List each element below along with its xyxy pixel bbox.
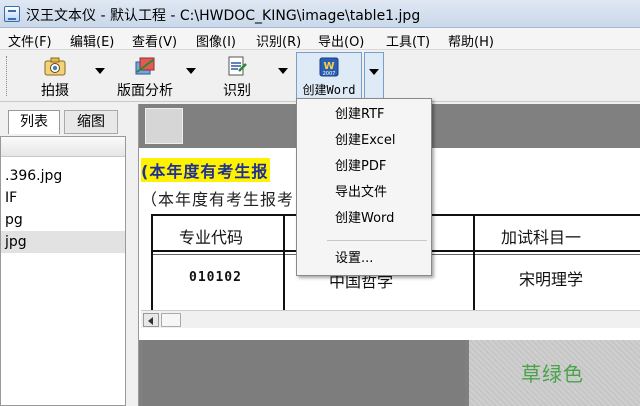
menu-bar: 文件(F) 编辑(E) 查看(V) 图像(I) 识别(R) 导出(O) 工具(T… <box>0 28 640 50</box>
table-rule <box>283 216 285 312</box>
capture-dropdown-arrow[interactable] <box>95 68 105 74</box>
image-preview-pane: 草绿色 <box>139 340 640 406</box>
menu-view[interactable]: 查看(V) <box>132 31 177 50</box>
menu-help[interactable]: 帮助(H) <box>448 31 494 50</box>
menu-item-export-file[interactable]: 导出文件 <box>297 181 431 205</box>
file-list-header <box>1 137 125 157</box>
svg-text:2007: 2007 <box>323 71 336 77</box>
menu-recognize[interactable]: 识别(R) <box>256 31 301 50</box>
recognized-heading: (本年度有考生报 <box>141 158 271 182</box>
scroll-left-button[interactable] <box>143 313 159 327</box>
menu-separator <box>327 240 427 241</box>
menu-item-settings[interactable]: 设置... <box>297 247 431 271</box>
menu-item-create-word[interactable]: 创建Word <box>297 207 431 231</box>
layout-dropdown-arrow[interactable] <box>186 68 196 74</box>
menu-image[interactable]: 图像(I) <box>196 31 236 50</box>
create-word-dropdown-arrow[interactable] <box>364 52 384 100</box>
capture-button[interactable]: 拍摄 <box>26 52 84 100</box>
recognize-icon <box>228 56 247 76</box>
app-icon <box>4 6 20 22</box>
menu-file[interactable]: 文件(F) <box>8 31 52 50</box>
chevron-down-icon <box>369 69 379 75</box>
color-sample-label: 草绿色 <box>521 362 584 386</box>
layout-analysis-icon <box>135 57 155 75</box>
recognize-label: 识别 <box>223 83 251 99</box>
menu-edit[interactable]: 编辑(E) <box>70 31 114 50</box>
toolbar-grip[interactable] <box>6 56 9 96</box>
menu-item-create-rtf[interactable]: 创建RTF <box>297 103 431 127</box>
page-thumbnail[interactable] <box>145 108 183 144</box>
create-word-button[interactable]: W 2007 创建Word <box>296 52 362 100</box>
color-sample: 草绿色 <box>469 340 640 406</box>
menu-export[interactable]: 导出(O) <box>318 31 364 50</box>
layout-analysis-button[interactable]: 版面分析 <box>112 52 178 100</box>
layout-analysis-label: 版面分析 <box>117 83 173 99</box>
tab-list[interactable]: 列表 <box>8 110 60 134</box>
preview-image <box>143 340 465 406</box>
file-list: .396.jpg IF pg jpg <box>0 136 126 406</box>
toolbar: 拍摄 版面分析 识别 W 2007 创建Word <box>0 50 640 102</box>
create-word-label: 创建Word <box>302 83 356 97</box>
file-list-item[interactable]: pg <box>5 209 123 231</box>
left-panel: 列表 缩图 .396.jpg IF pg jpg <box>0 104 130 406</box>
camera-icon <box>44 57 66 76</box>
title-bar: 汉王文本仪 - 默认工程 - C:\HWDOC_KING\image\table… <box>0 0 640 28</box>
recognize-dropdown-arrow[interactable] <box>278 68 288 74</box>
table-header-subject: 加试科目一 <box>501 228 582 247</box>
menu-item-create-pdf[interactable]: 创建PDF <box>297 155 431 179</box>
file-list-item[interactable]: IF <box>5 187 123 209</box>
recognize-button[interactable]: 识别 <box>208 52 266 100</box>
table-header-code: 专业代码 <box>179 228 244 247</box>
source-text-line: （本年度有考生报考 <box>141 190 295 209</box>
table-cell-code: 010102 <box>189 270 242 285</box>
capture-label: 拍摄 <box>41 83 69 99</box>
menu-item-create-excel[interactable]: 创建Excel <box>297 129 431 153</box>
scroll-thumb[interactable] <box>161 313 181 327</box>
create-word-dropdown-menu: 创建RTF 创建Excel 创建PDF 导出文件 创建Word 设置... <box>296 98 432 276</box>
menu-tools[interactable]: 工具(T) <box>386 31 430 50</box>
word-2007-icon: W 2007 <box>319 57 339 77</box>
horizontal-scrollbar[interactable] <box>141 310 640 328</box>
window-title: 汉王文本仪 - 默认工程 - C:\HWDOC_KING\image\table… <box>26 8 421 24</box>
tab-thumbnails[interactable]: 缩图 <box>64 110 118 134</box>
file-list-item[interactable]: .396.jpg <box>5 165 123 187</box>
table-rule <box>473 216 475 312</box>
file-list-item-selected[interactable]: jpg <box>1 231 125 253</box>
table-cell-subject: 宋明理学 <box>519 270 584 289</box>
